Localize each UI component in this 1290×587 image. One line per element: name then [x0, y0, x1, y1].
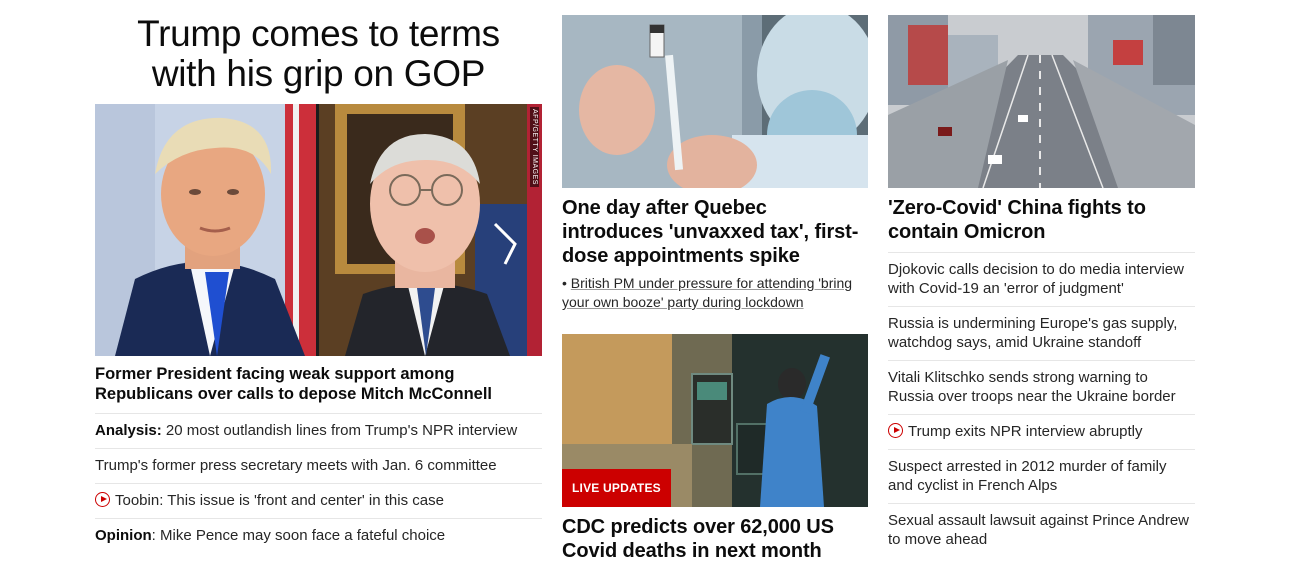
- lead-related-list: Analysis: 20 most outlandish lines from …: [95, 414, 542, 553]
- analysis-label: Analysis:: [95, 422, 162, 439]
- china-street-image: [888, 15, 1195, 188]
- list-item-text[interactable]: Trump's former press secretary meets wit…: [95, 457, 497, 474]
- list-item[interactable]: Toobin: This issue is 'front and center'…: [95, 484, 542, 519]
- trump-mcconnell-photo[interactable]: AFP/GETTY IMAGES: [95, 104, 542, 356]
- right-column: 'Zero-Covid' China fights to contain Omi…: [888, 0, 1195, 557]
- list-item[interactable]: Vitali Klitschko sends strong warning to…: [888, 361, 1195, 415]
- lead-title-line1[interactable]: Trump comes to terms: [137, 13, 500, 54]
- china-city-photo[interactable]: [888, 15, 1195, 188]
- play-icon: [95, 492, 110, 507]
- list-item[interactable]: Russia is undermining Europe's gas suppl…: [888, 307, 1195, 361]
- list-item[interactable]: Djokovic calls decision to do media inte…: [888, 253, 1195, 307]
- list-item-text[interactable]: Trump exits NPR interview abruptly: [908, 423, 1143, 440]
- live-updates-badge[interactable]: LIVE UPDATES: [562, 469, 671, 507]
- china-headline[interactable]: 'Zero-Covid' China fights to contain Omi…: [888, 196, 1195, 253]
- bullet-text[interactable]: British PM under pressure for attending …: [562, 275, 852, 310]
- opinion-label: Opinion: [95, 527, 152, 544]
- icu-photo[interactable]: LIVE UPDATES: [562, 334, 868, 507]
- list-item-text[interactable]: 20 most outlandish lines from Trump's NP…: [162, 422, 517, 439]
- list-item[interactable]: Opinion: Mike Pence may soon face a fate…: [95, 519, 542, 553]
- bullet-item[interactable]: • British PM under pressure for attendin…: [562, 274, 868, 312]
- list-item-text[interactable]: Russia is undermining Europe's gas suppl…: [888, 315, 1177, 351]
- list-item-text[interactable]: Djokovic calls decision to do media inte…: [888, 261, 1184, 297]
- list-item[interactable]: Analysis: 20 most outlandish lines from …: [95, 414, 542, 449]
- lead-title[interactable]: Trump comes to terms with his grip on GO…: [95, 14, 542, 94]
- vaccine-image: [562, 15, 868, 188]
- quebec-headline[interactable]: One day after Quebec introduces 'unvaxxe…: [562, 196, 868, 268]
- list-item-text[interactable]: Suspect arrested in 2012 murder of famil…: [888, 458, 1166, 494]
- trump-mcconnell-image: [95, 104, 542, 356]
- list-item[interactable]: Sexual assault lawsuit against Prince An…: [888, 504, 1195, 557]
- list-item[interactable]: Trump's former press secretary meets wit…: [95, 449, 542, 484]
- list-item[interactable]: Suspect arrested in 2012 murder of famil…: [888, 450, 1195, 504]
- list-item-text[interactable]: Sexual assault lawsuit against Prince An…: [888, 512, 1189, 548]
- image-credit: AFP/GETTY IMAGES: [530, 107, 539, 187]
- list-item-text[interactable]: Toobin: This issue is 'front and center'…: [115, 492, 444, 509]
- list-item-text[interactable]: : Mike Pence may soon face a fateful cho…: [152, 527, 446, 544]
- lead-headline[interactable]: Former President facing weak support amo…: [95, 364, 542, 414]
- middle-column: One day after Quebec introduces 'unvaxxe…: [562, 0, 868, 563]
- lead-story: Trump comes to terms with his grip on GO…: [95, 0, 542, 553]
- list-item[interactable]: Trump exits NPR interview abruptly: [888, 415, 1195, 450]
- bullet-dot: •: [562, 275, 571, 291]
- cdc-headline[interactable]: CDC predicts over 62,000 US Covid deaths…: [562, 515, 868, 563]
- lead-title-line2[interactable]: with his grip on GOP: [152, 53, 486, 94]
- play-icon: [888, 423, 903, 438]
- vaccine-syringe-photo[interactable]: [562, 15, 868, 188]
- right-related-list: Djokovic calls decision to do media inte…: [888, 253, 1195, 557]
- list-item-text[interactable]: Vitali Klitschko sends strong warning to…: [888, 369, 1176, 405]
